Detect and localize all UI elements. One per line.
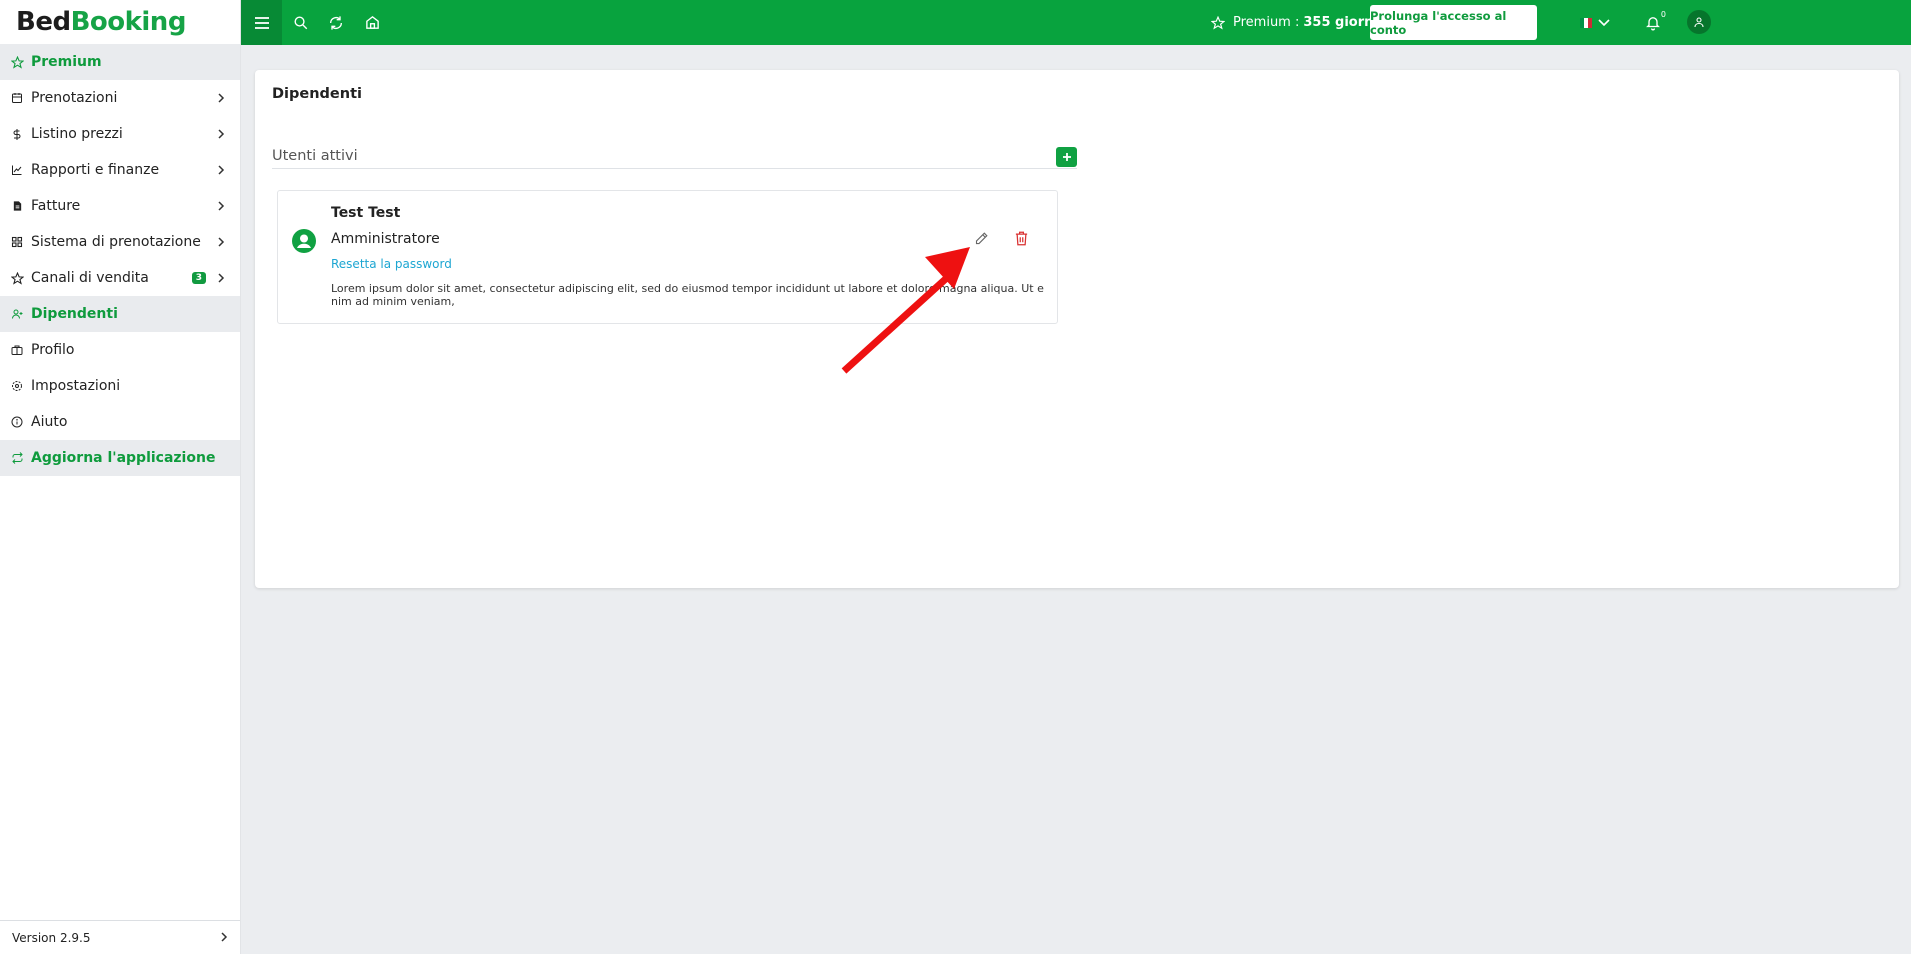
premium-status: Premium : 355 giorni — [1211, 0, 1378, 45]
reset-password-link[interactable]: Resetta la password — [331, 257, 452, 271]
logo-text-bed: Bed — [16, 7, 71, 37]
sidebar-item-label: Canali di vendita — [31, 270, 149, 286]
plus-icon — [1062, 153, 1071, 161]
language-selector[interactable] — [1580, 0, 1610, 45]
calendar-icon — [10, 91, 24, 105]
channel-count-badge: 3 — [191, 272, 206, 284]
chevron-down-icon — [1598, 18, 1610, 26]
user-role: Amministratore — [331, 231, 440, 247]
notification-count: 0 — [1660, 10, 1666, 19]
bell-icon — [1646, 17, 1660, 31]
sidebar-item-label: Premium — [31, 54, 102, 70]
edit-user-button[interactable] — [972, 229, 990, 247]
chevron-right-icon — [214, 273, 228, 283]
star-icon — [1211, 15, 1225, 30]
chevron-right-icon — [214, 201, 228, 211]
sidebar-item-label: Fatture — [31, 198, 81, 214]
employees-card: Dipendenti Utenti attivi Test Test Ammin… — [255, 70, 1899, 588]
sidebar-item-rapporti[interactable]: Rapporti e finanze — [0, 152, 240, 188]
user-circle-icon — [292, 229, 316, 253]
chevron-right-icon — [214, 165, 228, 175]
sidebar-item-aiuto[interactable]: Aiuto — [0, 404, 240, 440]
sidebar-item-listino-prezzi[interactable]: Listino prezzi — [0, 116, 240, 152]
sidebar-nav: Premium Prenotazioni Listino prezzi Rapp… — [0, 44, 240, 476]
chevron-right-icon — [214, 129, 228, 139]
extend-account-button[interactable]: Prolunga l'accesso al conto — [1370, 5, 1537, 40]
sidebar-item-label: Prenotazioni — [31, 90, 118, 106]
user-menu-button[interactable] — [1687, 10, 1711, 34]
notifications-button[interactable]: 0 — [1639, 0, 1667, 45]
premium-days: 355 giorni — [1303, 15, 1378, 30]
sidebar-item-aggiorna[interactable]: Aggiorna l'applicazione — [0, 440, 240, 476]
avatar — [292, 229, 316, 253]
star-outline-icon — [10, 271, 24, 285]
sidebar-item-sistema-prenotazione[interactable]: Sistema di prenotazione — [0, 224, 240, 260]
user-plus-icon — [10, 307, 24, 321]
top-bar: Premium : 355 giorni Prolunga l'accesso … — [241, 0, 1911, 45]
chevron-right-icon — [214, 93, 228, 103]
sidebar-item-label: Dipendenti — [31, 306, 118, 322]
page-title: Dipendenti — [272, 86, 362, 102]
italian-flag-icon — [1580, 17, 1592, 28]
gear-icon — [10, 379, 24, 393]
search-button[interactable] — [282, 0, 318, 45]
user-name: Test Test — [331, 205, 401, 221]
section-title: Utenti attivi — [272, 148, 358, 164]
sidebar-item-canali-vendita[interactable]: Canali di vendita 3 — [0, 260, 240, 296]
sidebar: Bed Booking Premium Prenotazioni Listino … — [0, 0, 241, 954]
sidebar-item-impostazioni[interactable]: Impostazioni — [0, 368, 240, 404]
chevron-right-icon — [220, 931, 228, 945]
sidebar-item-label: Rapporti e finanze — [31, 162, 160, 178]
sidebar-item-fatture[interactable]: Fatture — [0, 188, 240, 224]
app-logo[interactable]: Bed Booking — [0, 0, 240, 44]
sidebar-item-label: Profilo — [31, 342, 75, 358]
pencil-icon — [975, 231, 988, 244]
sidebar-item-dipendenti[interactable]: Dipendenti — [0, 296, 240, 332]
user-icon — [1694, 17, 1704, 28]
refresh-icon — [10, 451, 24, 465]
sidebar-item-label: Impostazioni — [31, 378, 121, 394]
sync-icon — [330, 15, 342, 30]
premium-label: Premium : — [1233, 15, 1300, 30]
home-button[interactable] — [354, 0, 390, 45]
version-label: Version 2.9.5 — [12, 930, 91, 945]
sidebar-item-prenotazioni[interactable]: Prenotazioni — [0, 80, 240, 116]
hamburger-icon — [254, 16, 269, 29]
chevron-right-icon — [214, 237, 228, 247]
search-icon — [294, 16, 307, 30]
grid-icon — [10, 235, 24, 249]
dollar-icon — [10, 127, 24, 141]
invoice-icon — [10, 199, 24, 213]
version-footer[interactable]: Version 2.9.5 — [0, 920, 240, 954]
logo-text-booking: Booking — [70, 7, 187, 37]
delete-user-button[interactable] — [1012, 229, 1030, 247]
menu-toggle-button[interactable] — [241, 0, 282, 45]
add-user-button[interactable] — [1056, 147, 1077, 167]
user-description: Lorem ipsum dolor sit amet, consectetur … — [331, 282, 1044, 308]
active-users-section: Utenti attivi — [272, 145, 1077, 169]
info-icon — [10, 415, 24, 429]
sidebar-item-label: Aggiorna l'applicazione — [31, 450, 216, 466]
user-card: Test Test Amministratore Resetta la pass… — [277, 190, 1058, 324]
chart-icon — [10, 163, 24, 177]
briefcase-icon — [10, 343, 24, 357]
sidebar-item-profilo[interactable]: Profilo — [0, 332, 240, 368]
refresh-button[interactable] — [318, 0, 354, 45]
sidebar-item-label: Listino prezzi — [31, 126, 123, 142]
sidebar-item-premium[interactable]: Premium — [0, 44, 240, 80]
home-icon — [365, 16, 379, 29]
star-icon — [10, 55, 24, 69]
trash-icon — [1015, 231, 1027, 245]
sidebar-item-label: Sistema di prenotazione — [31, 234, 201, 250]
sidebar-item-label: Aiuto — [31, 414, 68, 430]
